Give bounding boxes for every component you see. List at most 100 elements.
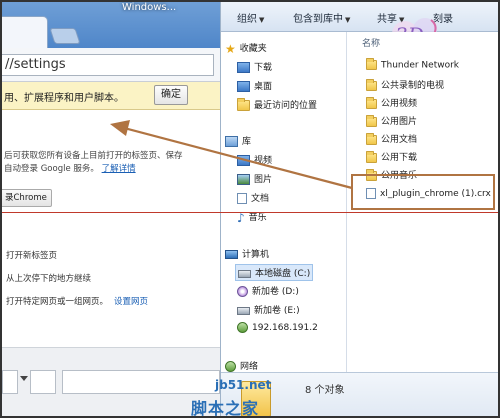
nav-network-drive[interactable]: 192.168.191.2	[237, 322, 318, 333]
nav-label: 收藏夹	[239, 44, 267, 54]
network-drive-icon	[237, 322, 248, 333]
sync-description: 后可获取您所有设备上目前打开的标签页、保存 自动登录 Google 服务。 了解…	[4, 150, 220, 176]
download-icon	[237, 62, 250, 73]
navigation-pane: ★ 收藏夹 下载 桌面 最近访问的位置 库 视频 图片 文档 ♪ 音乐 计算机 本地…	[221, 32, 347, 372]
caret-down-icon: ▼	[345, 16, 351, 24]
signin-chrome-button[interactable]: 录Chrome	[2, 189, 52, 207]
nav-documents[interactable]: 文档	[237, 191, 269, 204]
nav-label: 视频	[254, 156, 273, 166]
file-label: 公用文档	[381, 135, 418, 145]
bottom-box-left	[2, 370, 18, 394]
folder-icon	[366, 114, 377, 127]
nav-label: 音乐	[248, 213, 267, 223]
nav-label: 文档	[251, 194, 270, 204]
toolbar-include-library[interactable]: 包含到库中 ▼	[293, 10, 350, 25]
sync-line-2: 自动登录 Google 服务。 了解详情	[4, 163, 220, 176]
file-item[interactable]: 公用视频	[366, 96, 417, 109]
file-label: 公用下载	[381, 153, 418, 163]
startup-option-specific-pages[interactable]: 打开特定网页或一组网页。 设置网页	[6, 295, 148, 307]
nav-label: 图片	[254, 175, 273, 185]
file-highlight-box	[351, 174, 495, 210]
desktop-icon	[237, 81, 250, 92]
nav-downloads[interactable]: 下载	[237, 60, 272, 73]
file-label: 公用视频	[381, 99, 418, 109]
file-label: 公共录制的电视	[381, 81, 445, 91]
object-count: 8 个对象	[305, 385, 345, 396]
nav-label: 网络	[240, 362, 259, 372]
nav-label: 库	[242, 137, 252, 147]
nav-desktop[interactable]: 桌面	[237, 79, 272, 92]
nav-label: 下载	[254, 63, 273, 73]
infobar-message: 用、扩展程序和用户脚本。	[4, 93, 124, 104]
star-icon: ★	[225, 41, 236, 56]
toolbar-organize[interactable]: 组织 ▼	[237, 10, 264, 25]
dvd-drive-icon	[237, 286, 248, 297]
document-icon	[237, 193, 247, 204]
divider-line	[2, 212, 498, 213]
chrome-window: Windows... //settings 用、扩展程序和用户脚本。 确定 后可…	[2, 2, 220, 416]
nav-libraries[interactable]: 库	[225, 134, 251, 147]
network-icon	[225, 361, 236, 372]
watermark-name: 脚本之家	[191, 399, 260, 418]
file-item[interactable]: 公共录制的电视	[366, 78, 444, 91]
caret-down-icon: ▼	[259, 16, 265, 24]
computer-icon	[225, 250, 238, 259]
watermark-site: jb51.net	[215, 378, 272, 392]
file-item[interactable]: 公用下载	[366, 150, 417, 163]
dropdown-arrow-icon[interactable]	[20, 376, 28, 381]
nav-pictures[interactable]: 图片	[237, 172, 272, 185]
explorer-window: 组织▼ 包含到库中▼ 共享▼ 刻录 3D ★收藏夹 下载 桌面 最近访问的位置 …	[220, 2, 498, 416]
nav-recent[interactable]: 最近访问的位置	[237, 98, 317, 111]
startup-option-label: 打开特定网页或一组网页。	[6, 297, 109, 307]
hard-disk-icon	[238, 269, 251, 278]
nav-label: 计算机	[242, 250, 270, 260]
folder-icon	[366, 58, 377, 70]
new-tab-button[interactable]	[49, 28, 81, 44]
nav-drive-e[interactable]: 新加卷 (E:)	[237, 303, 300, 316]
bottom-panel	[2, 347, 220, 416]
toolbar-label: 包含到库中	[293, 14, 343, 25]
nav-favorites[interactable]: ★ 收藏夹	[225, 41, 267, 56]
nav-videos[interactable]: 视频	[237, 153, 272, 166]
confirm-button[interactable]: 确定	[154, 85, 188, 105]
file-label: Thunder Network	[381, 60, 459, 71]
picture-icon	[237, 174, 250, 185]
set-pages-link[interactable]: 设置网页	[114, 297, 148, 307]
file-item[interactable]: 公用图片	[366, 114, 417, 127]
address-input[interactable]: //settings	[2, 54, 214, 76]
folder-icon	[366, 150, 377, 163]
sync-line-1: 后可获取您所有设备上目前打开的标签页、保存	[4, 151, 183, 161]
nav-label: 192.168.191.2	[252, 323, 318, 333]
window-title: Windows...	[122, 2, 177, 13]
nav-drive-c[interactable]: 本地磁盘 (C:)	[235, 264, 314, 281]
nav-drive-d[interactable]: 新加卷 (D:)	[237, 284, 299, 297]
folder-icon	[366, 78, 377, 91]
warning-infobar: 用、扩展程序和用户脚本。 确定	[2, 82, 220, 110]
file-item[interactable]: Thunder Network	[366, 58, 459, 71]
folder-icon	[366, 132, 377, 145]
nav-network[interactable]: 网络	[225, 359, 258, 372]
startup-option-continue[interactable]: 从上次停下的地方继续	[6, 272, 91, 284]
nav-label: 桌面	[254, 82, 273, 92]
toolbar-label: 组织	[237, 14, 257, 25]
chrome-tab-strip: Windows...	[2, 2, 220, 48]
nav-label: 新加卷 (D:)	[252, 287, 299, 297]
learn-more-link[interactable]: 了解详情	[102, 164, 136, 174]
nav-computer[interactable]: 计算机	[225, 247, 269, 260]
explorer-toolbar: 组织 ▼ 包含到库中 ▼ 共享 ▼ 刻录	[221, 2, 498, 32]
folder-icon	[366, 96, 377, 109]
nav-label: 新加卷 (E:)	[254, 306, 300, 316]
hard-disk-icon	[237, 306, 250, 315]
file-item[interactable]: 公用文档	[366, 132, 417, 145]
sync-line-2-text: 自动登录 Google 服务。	[4, 164, 99, 174]
startup-option-new-tab[interactable]: 打开新标签页	[6, 249, 57, 261]
address-toolbar: //settings	[2, 48, 220, 82]
video-icon	[237, 155, 250, 166]
bottom-box-right	[62, 370, 220, 394]
file-label: 公用图片	[381, 117, 418, 127]
bottom-box-middle	[30, 370, 56, 394]
active-tab[interactable]	[2, 16, 48, 48]
column-header-name[interactable]: 名称	[362, 36, 380, 49]
nav-label: 最近访问的位置	[254, 101, 318, 111]
recent-places-icon	[237, 98, 250, 111]
